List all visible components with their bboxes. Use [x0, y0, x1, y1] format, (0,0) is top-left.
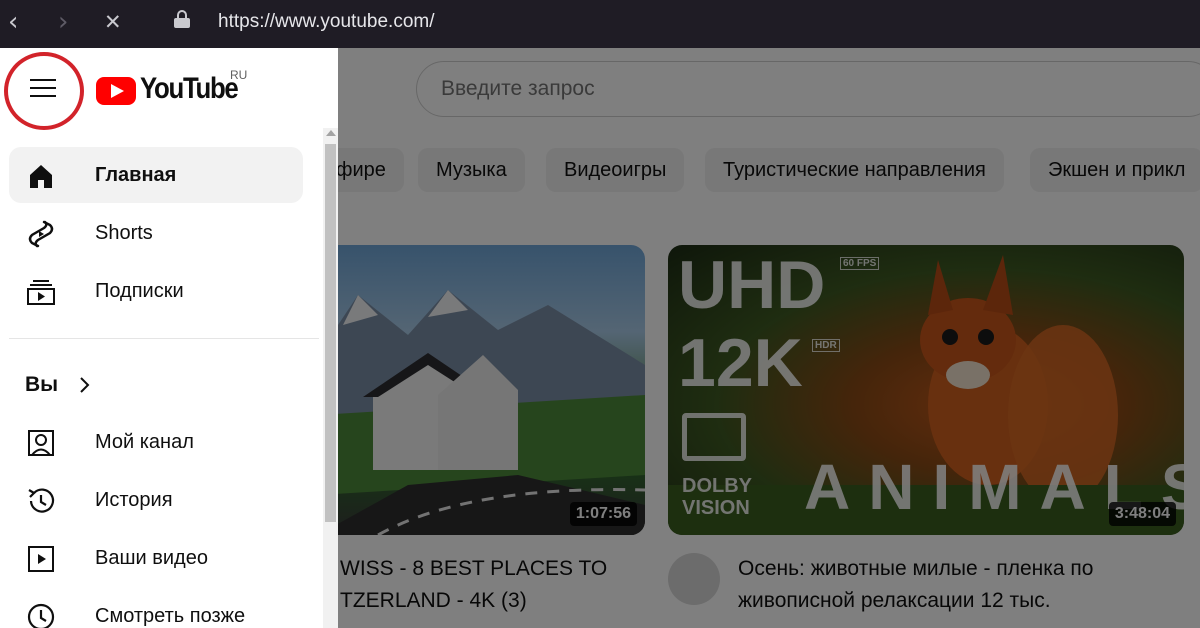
your-videos-icon: [28, 546, 54, 572]
sidebar-item-label: Смотреть позже: [95, 605, 246, 627]
sidebar-item-label: Подписки: [95, 280, 184, 302]
home-icon: [30, 165, 52, 188]
sidebar-item-label: Ваши видео: [95, 547, 208, 569]
highlight-annotation: [4, 52, 84, 130]
subscriptions-icon: [27, 280, 55, 305]
sidebar-item-history[interactable]: История: [9, 472, 303, 528]
sidebar-item-your-videos[interactable]: Ваши видео: [9, 530, 303, 586]
scrollbar-thumb[interactable]: [325, 144, 336, 522]
back-button[interactable]: ‹: [8, 8, 18, 36]
lock-icon[interactable]: [174, 10, 190, 28]
sidebar-item-label: Главная: [95, 164, 177, 186]
logo-wordmark: YouTube: [140, 72, 239, 105]
sidebar-item-watch-later[interactable]: Смотреть позже: [9, 588, 303, 628]
sidebar-item-subscriptions[interactable]: Подписки: [9, 263, 303, 319]
sidebar-item-label: Shorts: [95, 222, 153, 244]
youtube-play-icon: [96, 77, 136, 105]
you-section-title[interactable]: Вы: [25, 370, 58, 400]
guide-drawer: YouTube RU Главная Shorts Подписки Вы Мо…: [0, 48, 338, 628]
channel-icon: [28, 430, 54, 456]
sidebar-item-shorts[interactable]: Shorts: [9, 205, 303, 261]
watch-later-icon: [27, 603, 55, 628]
sidebar-divider: [9, 338, 319, 339]
chevron-right-icon[interactable]: [76, 370, 96, 400]
sidebar-item-home[interactable]: Главная: [9, 147, 303, 203]
shorts-icon: [28, 220, 54, 248]
forward-button[interactable]: ›: [58, 8, 68, 36]
stop-loading-button[interactable]: ✕: [104, 8, 122, 36]
sidebar-item-label: Мой канал: [95, 431, 194, 453]
scroll-up-icon[interactable]: [326, 130, 336, 136]
sidebar-item-label: История: [95, 489, 173, 511]
browser-toolbar: ‹ › ✕ https://www.youtube.com/: [0, 0, 1200, 48]
sidebar-item-my-channel[interactable]: Мой канал: [9, 414, 303, 470]
address-bar[interactable]: https://www.youtube.com/: [218, 10, 435, 34]
region-code: RU: [230, 68, 248, 82]
history-icon: [28, 488, 55, 513]
